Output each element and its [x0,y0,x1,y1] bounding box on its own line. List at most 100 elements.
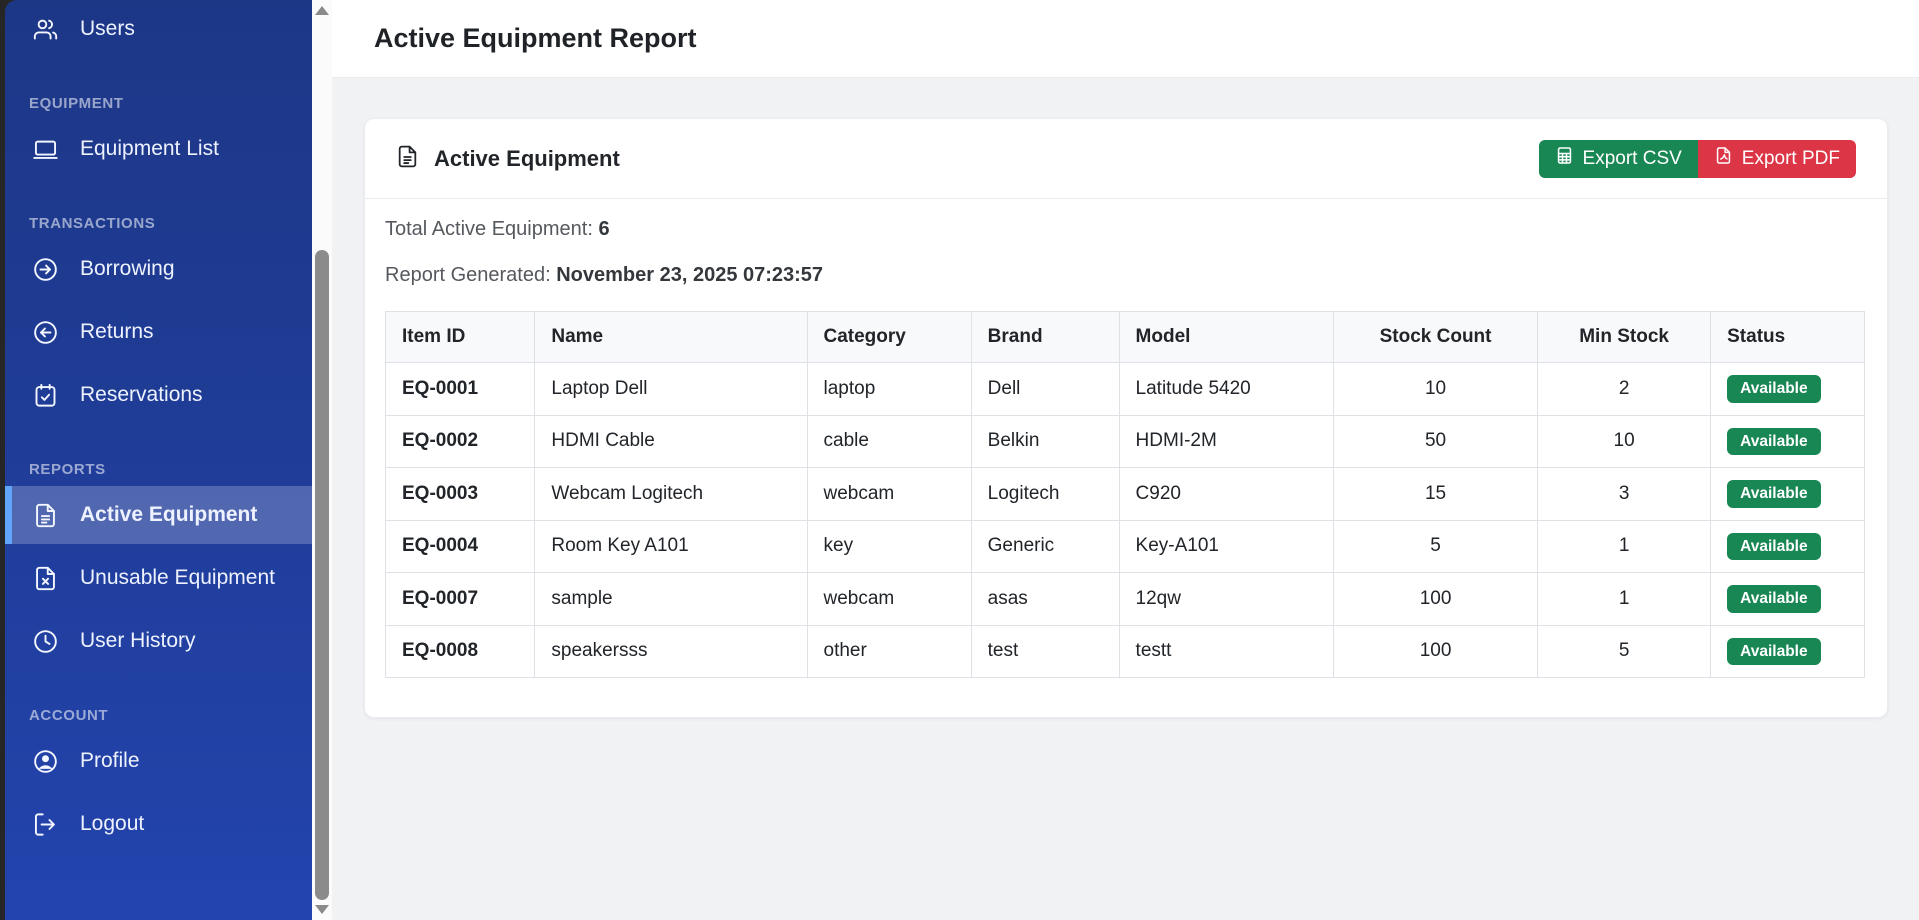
cell-name: sample [535,573,807,626]
cell-stock-count: 5 [1334,520,1538,573]
sidebar-item-label: Unusable Equipment [80,566,275,590]
equipment-table: Item IDNameCategoryBrandModelStock Count… [385,311,1865,678]
export-button-group: Export CSV Export PDF [1539,140,1856,178]
sidebar-item-profile[interactable]: Profile [5,732,312,790]
cell-item-id: EQ-0003 [386,468,535,521]
cell-stock-count: 100 [1334,625,1538,678]
cell-stock-count: 100 [1334,573,1538,626]
cell-status: Available [1711,415,1865,468]
sidebar-item-users[interactable]: Users [5,0,312,58]
cell-model: C920 [1119,468,1333,521]
scroll-up-arrow-icon[interactable] [315,6,329,15]
cell-name: Room Key A101 [535,520,807,573]
scrollbar-thumb[interactable] [315,250,329,900]
cell-name: Laptop Dell [535,363,807,416]
column-header-stock-count: Stock Count [1334,312,1538,363]
status-badge: Available [1727,638,1821,666]
cell-min-stock: 1 [1538,520,1711,573]
sidebar-item-label: Active Equipment [80,503,257,527]
main-area: Active Equipment Report Active Equipment… [332,0,1919,920]
sidebar-item-equipment-list[interactable]: Equipment List [5,120,312,178]
sidebar-scrollbar[interactable] [312,0,332,920]
sidebar-item-label: Profile [80,749,140,773]
sidebar-item-user-history[interactable]: User History [5,612,312,670]
column-header-item-id: Item ID [386,312,535,363]
cell-category: cable [807,415,971,468]
export-csv-button[interactable]: Export CSV [1539,140,1698,178]
cell-item-id: EQ-0007 [386,573,535,626]
cell-status: Available [1711,363,1865,416]
cell-category: laptop [807,363,971,416]
sidebar-item-label: Users [80,17,135,41]
column-header-min-stock: Min Stock [1538,312,1711,363]
status-badge: Available [1727,585,1821,613]
page-title: Active Equipment Report [374,23,697,54]
sidebar-item-logout[interactable]: Logout [5,795,312,853]
content-area: Active Equipment Export CSV Export PDF [332,78,1919,920]
column-header-name: Name [535,312,807,363]
sidebar-item-borrowing[interactable]: Borrowing [5,240,312,298]
cell-brand: Logitech [971,468,1119,521]
sidebar-item-label: User History [80,629,196,653]
cell-model: Key-A101 [1119,520,1333,573]
report-card: Active Equipment Export CSV Export PDF [364,118,1888,718]
cell-min-stock: 1 [1538,573,1711,626]
cell-model: Latitude 5420 [1119,363,1333,416]
cell-min-stock: 10 [1538,415,1711,468]
total-equipment-label: Total Active Equipment: [385,218,593,240]
table-row: EQ-0007samplewebcamasas12qw1001Available [386,573,1865,626]
cell-min-stock: 2 [1538,363,1711,416]
cell-stock-count: 15 [1334,468,1538,521]
table-row: EQ-0002HDMI CablecableBelkinHDMI-2M5010A… [386,415,1865,468]
page-header: Active Equipment Report [332,0,1919,78]
sidebar-item-label: Returns [80,320,154,344]
cell-brand: asas [971,573,1119,626]
file-x-icon [31,564,59,592]
export-pdf-button[interactable]: Export PDF [1698,140,1856,178]
sidebar-item-returns[interactable]: Returns [5,303,312,361]
cell-category: other [807,625,971,678]
sidebar: UsersEQUIPMENTEquipment ListTRANSACTIONS… [5,0,312,920]
total-equipment-line: Total Active Equipment: 6 [385,218,1865,241]
column-header-brand: Brand [971,312,1119,363]
card-title: Active Equipment [434,146,620,172]
sidebar-item-label: Logout [80,812,144,836]
arrow-right-circle-icon [31,255,59,283]
status-badge: Available [1727,375,1821,403]
clock-history-icon [31,627,59,655]
cell-item-id: EQ-0001 [386,363,535,416]
cell-brand: Dell [971,363,1119,416]
table-row: EQ-0001Laptop DelllaptopDellLatitude 542… [386,363,1865,416]
scroll-down-arrow-icon[interactable] [315,905,329,914]
table-header-row: Item IDNameCategoryBrandModelStock Count… [386,312,1865,363]
column-header-category: Category [807,312,971,363]
section-header-account: ACCOUNT [5,705,312,727]
cell-name: Webcam Logitech [535,468,807,521]
column-header-status: Status [1711,312,1865,363]
app-window: UsersEQUIPMENTEquipment ListTRANSACTIONS… [5,0,1919,920]
status-badge: Available [1727,480,1821,508]
sidebar-item-label: Reservations [80,383,203,407]
cell-status: Available [1711,468,1865,521]
person-circle-icon [31,747,59,775]
sidebar-item-unusable-equipment[interactable]: Unusable Equipment [5,549,312,607]
table-row: EQ-0003Webcam LogitechwebcamLogitechC920… [386,468,1865,521]
total-equipment-value: 6 [598,218,609,240]
sidebar-item-active-equipment[interactable]: Active Equipment [5,486,312,544]
sidebar-item-reservations[interactable]: Reservations [5,366,312,424]
logout-icon [31,810,59,838]
file-text-icon [395,144,420,174]
cell-min-stock: 3 [1538,468,1711,521]
users-icon [31,15,59,43]
file-pdf-icon [1714,146,1733,171]
table-row: EQ-0004Room Key A101keyGenericKey-A10151… [386,520,1865,573]
section-header-reports: REPORTS [5,459,312,481]
cell-model: 12qw [1119,573,1333,626]
file-spreadsheet-icon [1555,146,1574,171]
sidebar-item-label: Borrowing [80,257,175,281]
cell-stock-count: 50 [1334,415,1538,468]
section-header-equipment: EQUIPMENT [5,93,312,115]
status-badge: Available [1727,533,1821,561]
export-pdf-label: Export PDF [1742,148,1840,170]
sidebar-item-label: Equipment List [80,137,219,161]
